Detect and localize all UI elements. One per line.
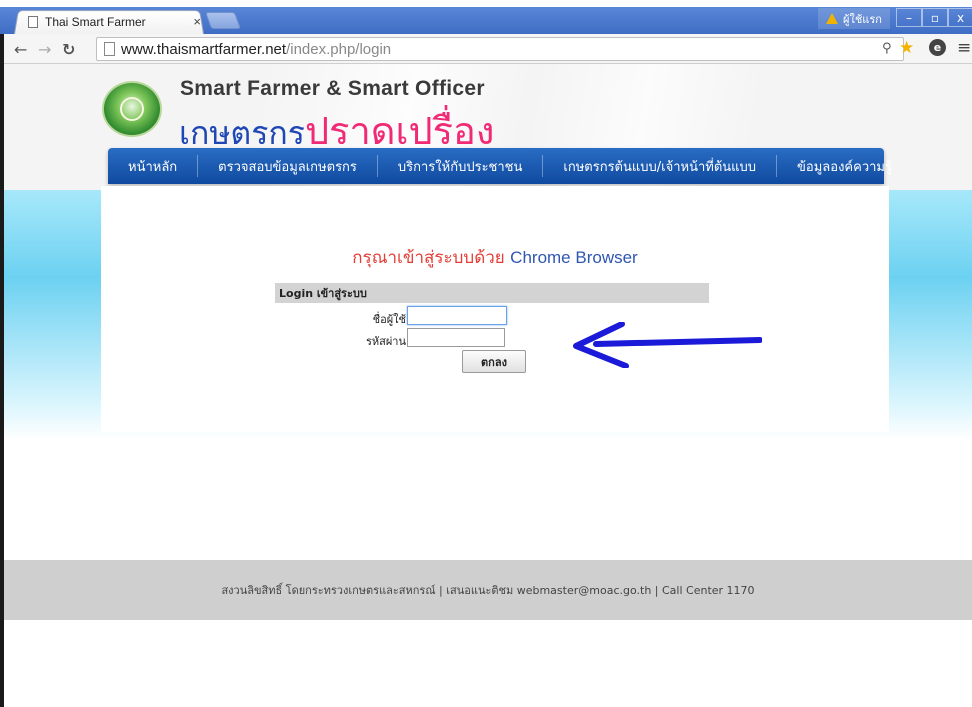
web-page: Smart Farmer & Smart Officer เกษตรกรปราด… [4, 64, 972, 707]
close-window-button[interactable]: x [948, 8, 972, 27]
menu-item-check-farmer[interactable]: ตรวจสอบข้อมูลเกษตรกร [198, 155, 378, 177]
login-panel: กรุณาเข้าสู่ระบบด้วย Chrome Browser Logi… [101, 186, 889, 432]
url-path: /index.php/login [286, 40, 392, 58]
site-footer: สงวนลิขสิทธิ์ โดยกระทรวงเกษตรและสหกรณ์ |… [4, 560, 972, 620]
notice-th: กรุณาเข้าสู่ระบบด้วย [352, 248, 505, 268]
back-icon[interactable]: ← [14, 40, 27, 59]
pointer-arrow-icon [573, 322, 762, 368]
logo-emblem-icon [120, 97, 144, 121]
user-profile-label: ผู้ใช้แรก [843, 13, 882, 26]
login-header: Login เข้าสู่ระบบ [275, 283, 709, 303]
username-input[interactable] [407, 306, 507, 325]
forward-icon[interactable]: → [38, 40, 51, 59]
footer-text: สงวนลิขสิทธิ์ โดยกระทรวงเกษตรและสหกรณ์ |… [221, 584, 755, 597]
site-title-en: Smart Farmer & Smart Officer [180, 77, 485, 100]
extension-icon[interactable]: e [929, 39, 946, 56]
star-icon[interactable]: ★ [899, 38, 914, 58]
menu-item-home[interactable]: หน้าหลัก [108, 155, 199, 177]
username-label: ชื่อผู้ใช้ [372, 313, 406, 326]
menu-item-public-service[interactable]: บริการให้กับประชาชน [378, 155, 544, 177]
main-menu: หน้าหลัก ตรวจสอบข้อมูลเกษตรกร บริการให้ก… [108, 148, 892, 184]
menu-item-knowledge[interactable]: ข้อมูลองค์ความรู้ [777, 155, 912, 177]
minimize-button[interactable]: – [896, 8, 922, 27]
page-icon [104, 42, 115, 56]
tab-close-icon[interactable]: × [193, 14, 201, 29]
browser-toolbar: ← → ↻ www.thaismartfarmer.net/index.php/… [4, 34, 972, 64]
address-bar[interactable]: www.thaismartfarmer.net/index.php/login [96, 37, 904, 61]
password-label: รหัสผ่าน [365, 335, 406, 348]
tab-page-icon [28, 16, 38, 28]
zoom-icon[interactable]: ⚲ [882, 41, 892, 56]
site-title-th-part1: เกษตรกร [179, 114, 305, 152]
maximize-button[interactable]: ▫ [922, 8, 948, 27]
menu-icon[interactable]: ≡ [957, 38, 971, 58]
login-submit-button[interactable]: ตกลง [462, 350, 526, 373]
warning-icon [826, 13, 838, 24]
user-profile-button[interactable]: ผู้ใช้แรก [818, 8, 890, 29]
new-tab-button[interactable] [204, 12, 242, 29]
browser-notice: กรุณาเข้าสู่ระบบด้วย Chrome Browser [101, 244, 889, 271]
password-input[interactable] [407, 328, 505, 347]
menu-item-model-farmer[interactable]: เกษตรกรต้นแบบ/เจ้าหน้าที่ต้นแบบ [543, 155, 778, 177]
notice-en: Chrome Browser [510, 248, 638, 267]
ministry-logo [102, 81, 162, 137]
browser-window: Thai Smart Farmer × ผู้ใช้แรก – ▫ x ← → … [0, 0, 972, 707]
tab-content[interactable]: Thai Smart Farmer × [22, 12, 207, 32]
reload-icon[interactable]: ↻ [62, 40, 75, 59]
url-host: www.thaismartfarmer.net [121, 40, 287, 58]
site-title-th-part2: ปราดเปรื่อง [304, 109, 495, 153]
tab-title: Thai Smart Farmer [45, 15, 146, 29]
